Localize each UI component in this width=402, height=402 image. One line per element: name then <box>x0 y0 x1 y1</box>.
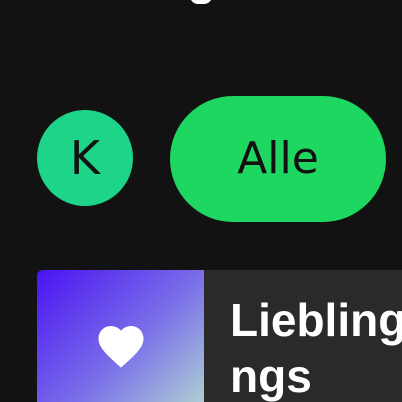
shortcut-card-liked-songs[interactable]: Lieblingsongs <box>37 270 402 402</box>
home-screen: K Alle Lieblingsongs <box>0 0 402 402</box>
top-text-fragment <box>190 0 212 4</box>
heart-icon <box>98 326 143 368</box>
profile-avatar[interactable]: K <box>37 110 133 206</box>
filter-chip-all[interactable]: Alle <box>170 96 386 222</box>
shortcut-title: Lieblingsongs <box>230 294 402 402</box>
liked-songs-cover <box>37 270 204 402</box>
